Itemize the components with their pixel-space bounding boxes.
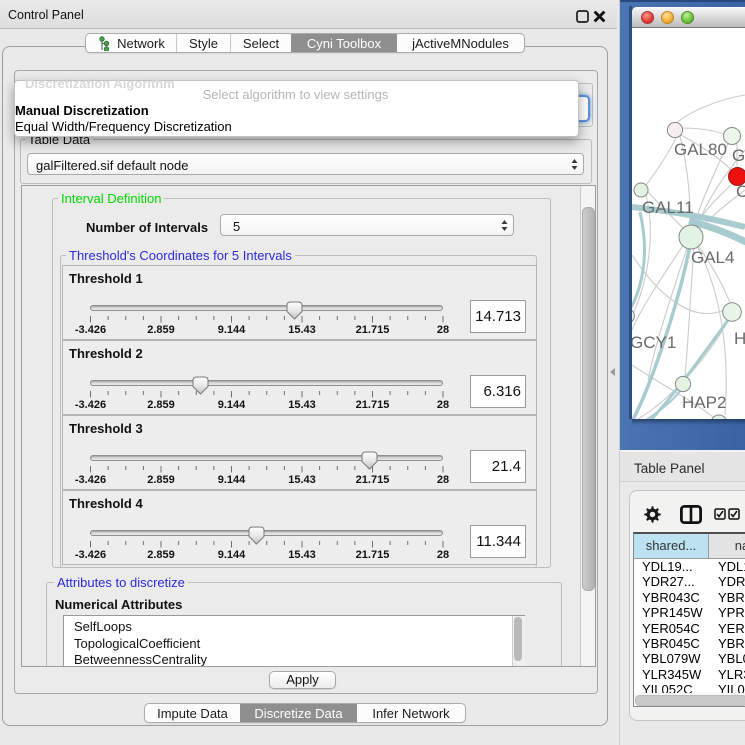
svg-text:C: C	[736, 182, 745, 201]
svg-text:GAL80: GAL80	[674, 140, 727, 159]
svg-text:GAL4: GAL4	[691, 248, 734, 267]
svg-text:H: H	[734, 329, 745, 348]
svg-text:GA: GA	[732, 146, 745, 165]
svg-text:GAL11: GAL11	[642, 198, 694, 217]
svg-text:HAP2: HAP2	[682, 393, 726, 412]
svg-text:GCY1: GCY1	[632, 333, 676, 352]
